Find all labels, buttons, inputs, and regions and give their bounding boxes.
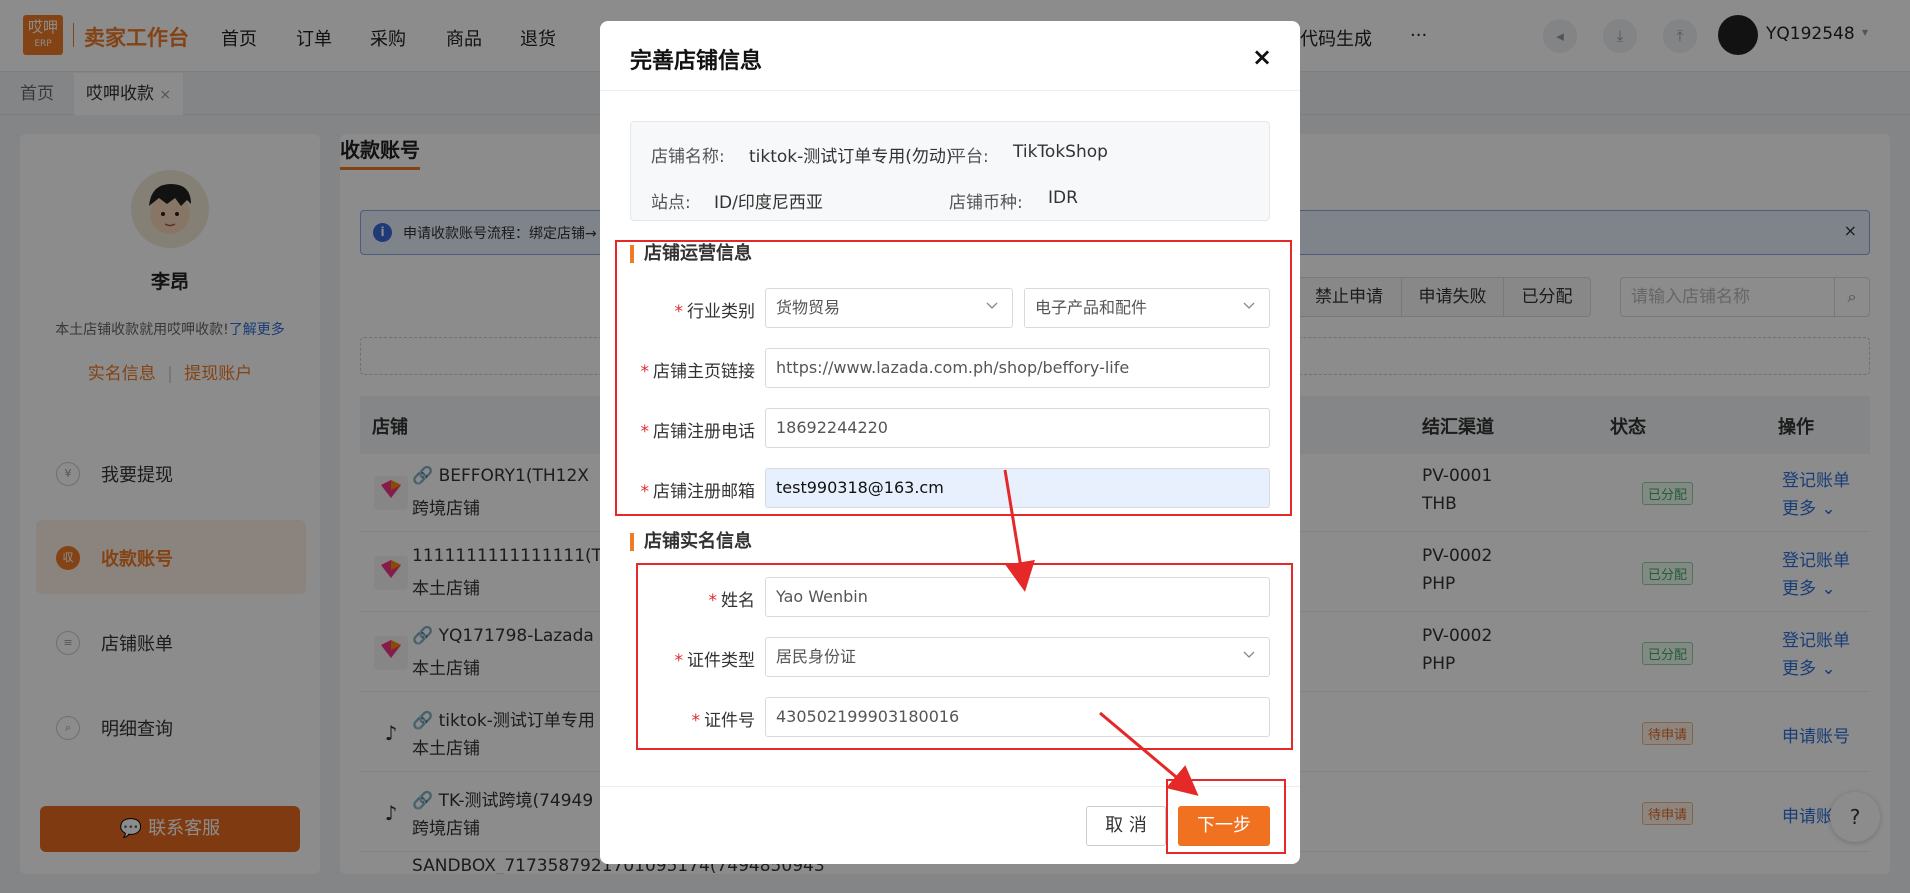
currency-value: IDR <box>1048 188 1078 208</box>
currency-label: 店铺币种: <box>949 193 1023 213</box>
dialog-title: 完善店铺信息 <box>630 49 763 74</box>
platform-value: TikTokShop <box>1013 142 1108 162</box>
annotation-box-next <box>1166 779 1286 854</box>
platform-label: 平台: <box>949 147 989 167</box>
store-name-label: 店铺名称: <box>651 147 725 167</box>
section-realname-info: 店铺实名信息 <box>630 533 752 551</box>
site-label: 站点: <box>651 193 691 213</box>
close-icon[interactable]: × <box>1252 43 1272 71</box>
annotation-box-realname <box>636 563 1293 750</box>
site-value: ID/印度尼西亚 <box>714 193 823 213</box>
annotation-box-operation <box>615 240 1292 516</box>
cancel-button[interactable]: 取 消 <box>1086 806 1166 846</box>
store-name-value: tiktok-测试订单专用(勿动) <box>749 147 953 167</box>
title-divider <box>600 90 1300 91</box>
store-summary-box: 店铺名称: tiktok-测试订单专用(勿动) 平台: TikTokShop 站… <box>630 121 1270 221</box>
